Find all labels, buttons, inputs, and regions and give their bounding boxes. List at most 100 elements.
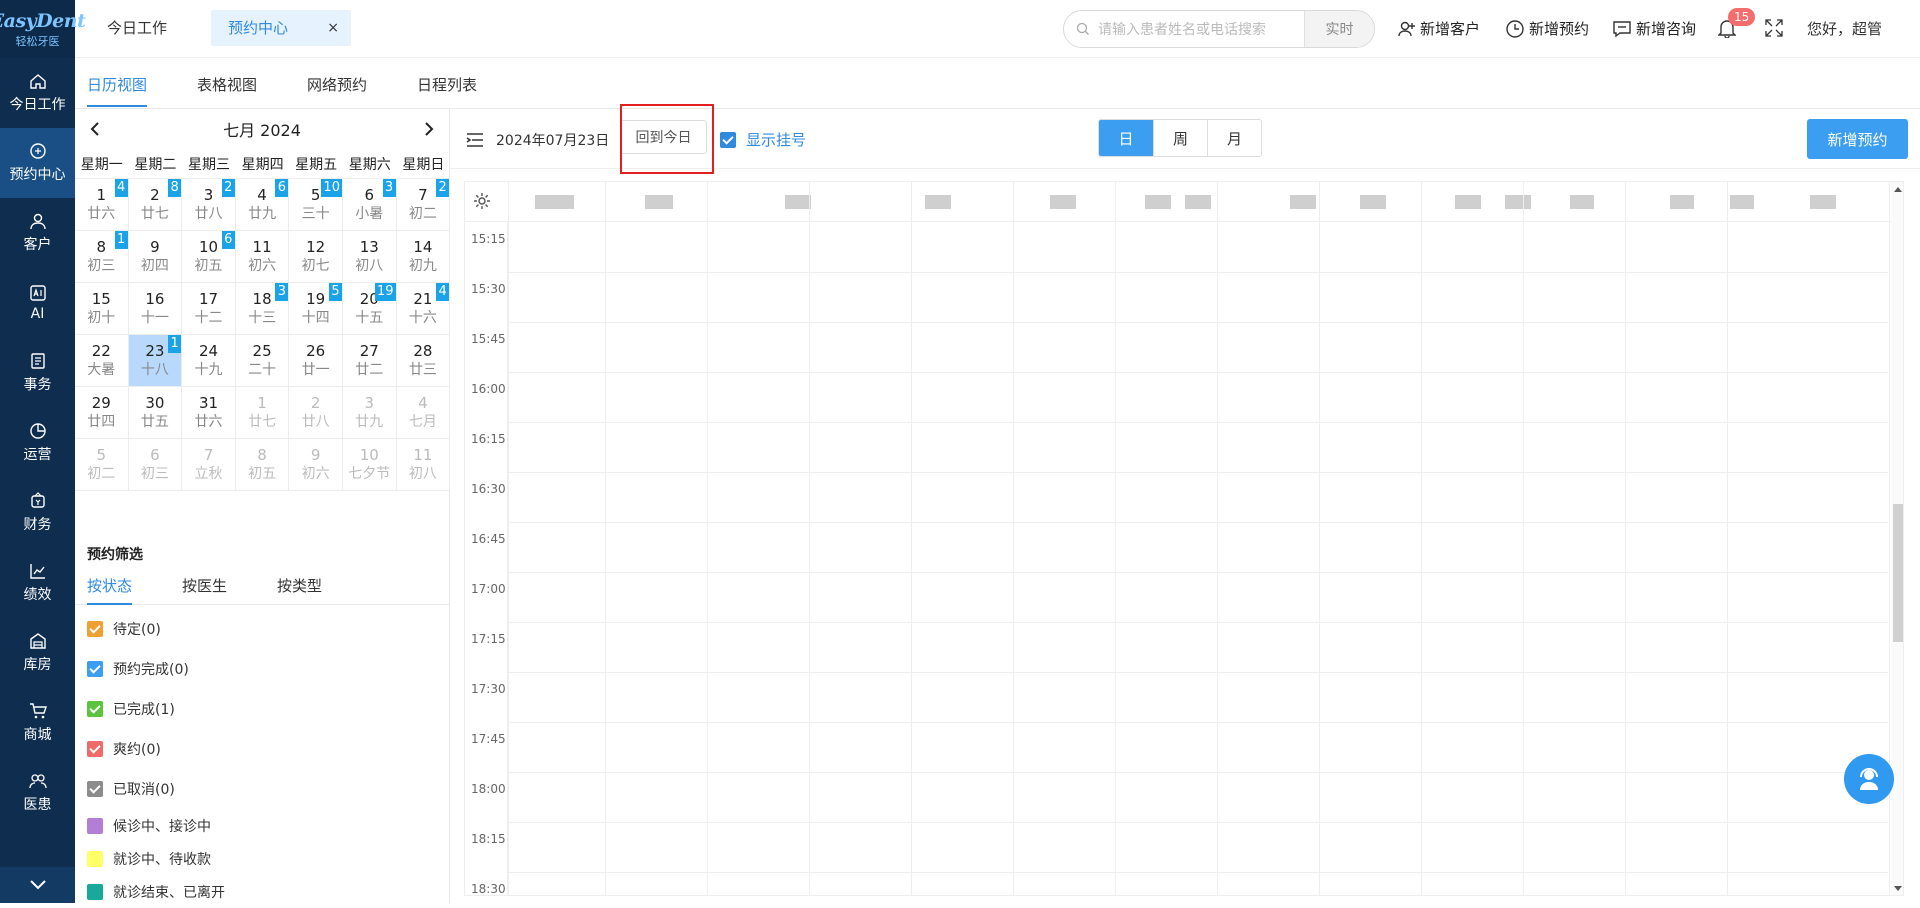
calendar-day[interactable]: 12 初七 <box>289 231 343 283</box>
calendar-day[interactable]: 20 十五 19 <box>342 283 397 335</box>
new-appointment-button[interactable]: 新增预约 <box>1807 119 1908 159</box>
calendar-day[interactable]: 22 大暑 <box>75 335 129 387</box>
appointment-count-badge: 19 <box>375 283 396 301</box>
view-month-button[interactable]: 月 <box>1207 120 1261 156</box>
calendar-day[interactable]: 27 廿二 <box>342 335 397 387</box>
tab-table-view[interactable]: 表格视图 <box>197 74 257 95</box>
status-filter-checkbox[interactable]: 待定(0) <box>75 609 450 649</box>
next-month-icon[interactable] <box>423 121 435 137</box>
calendar-day[interactable]: 6 初三 <box>128 439 183 491</box>
filter-tab-doctor[interactable]: 按医生 <box>182 575 227 596</box>
calendar-day[interactable]: 13 初八 <box>342 231 397 283</box>
status-filter-checkbox[interactable]: 已取消(0) <box>75 769 450 809</box>
calendar-day[interactable]: 5 初二 <box>75 439 129 491</box>
tab-calendar-view[interactable]: 日历视图 <box>87 74 147 95</box>
sidebar-item-3[interactable]: AI <box>0 268 75 338</box>
calendar-day[interactable]: 25 二十 <box>235 335 290 387</box>
lunar-date: 廿八 <box>194 205 223 222</box>
status-filter-checkbox[interactable]: 预约完成(0) <box>75 649 450 689</box>
add-consult-button[interactable]: 新增咨询 <box>1612 18 1696 39</box>
calendar-day[interactable]: 7 立秋 <box>182 439 236 491</box>
calendar-day[interactable]: 21 十六 4 <box>396 283 451 335</box>
calendar-day[interactable]: 2 廿七 8 <box>128 179 183 231</box>
tab-schedule-list[interactable]: 日程列表 <box>417 74 477 95</box>
calendar-day[interactable]: 9 初六 <box>289 439 343 491</box>
sidebar-item-2[interactable]: 客户 <box>0 198 75 268</box>
fullscreen-button[interactable] <box>1765 19 1783 41</box>
weekday-header: 星期一 <box>75 149 129 179</box>
calendar-day[interactable]: 9 初四 <box>128 231 183 283</box>
calendar-day[interactable]: 18 十三 3 <box>235 283 290 335</box>
sidebar-item-10[interactable]: 医患 <box>0 758 75 828</box>
sidebar-item-7[interactable]: 绩效 <box>0 548 75 618</box>
calendar-day[interactable]: 7 初二 2 <box>396 179 451 231</box>
sidebar-expand-button[interactable] <box>0 867 75 903</box>
view-day-button[interactable]: 日 <box>1099 120 1153 156</box>
calendar-day[interactable]: 6 小暑 3 <box>342 179 397 231</box>
lunar-date: 初四 <box>140 257 169 274</box>
sidebar-item-6[interactable]: 财务 <box>0 478 75 548</box>
scroll-up-icon[interactable] <box>1894 186 1902 192</box>
calendar-day[interactable]: 15 初十 <box>75 283 129 335</box>
filter-tab-type[interactable]: 按类型 <box>277 575 322 596</box>
collapse-menu-icon[interactable] <box>466 133 484 147</box>
calendar-day[interactable]: 10 七夕节 <box>342 439 397 491</box>
view-week-button[interactable]: 周 <box>1153 120 1207 156</box>
scrollbar-thumb[interactable] <box>1893 504 1903 642</box>
sidebar-item-9[interactable]: 商城 <box>0 688 75 758</box>
add-customer-button[interactable]: 新增客户 <box>1398 18 1480 39</box>
calendar-day[interactable]: 16 十一 <box>128 283 183 335</box>
close-icon[interactable]: × <box>327 10 339 46</box>
calendar-day[interactable]: 8 初三 1 <box>75 231 129 283</box>
back-to-today-button[interactable]: 回到今日 <box>620 120 707 154</box>
calendar-day[interactable]: 1 廿七 <box>235 387 290 439</box>
calendar-day[interactable]: 17 十二 <box>182 283 236 335</box>
sidebar-item-5[interactable]: 运营 <box>0 408 75 478</box>
calendar-day[interactable]: 2 廿八 <box>289 387 343 439</box>
tab-today-work[interactable]: 今日工作 <box>107 10 167 46</box>
calendar-day[interactable]: 24 十九 <box>182 335 236 387</box>
sidebar-item-1[interactable]: 预约中心 <box>0 128 75 198</box>
show-registration-checkbox[interactable]: 显示挂号 <box>720 129 806 150</box>
calendar-day[interactable]: 11 初六 <box>235 231 290 283</box>
search-input[interactable]: 请输入患者姓名或电话搜索 <box>1064 11 1304 47</box>
calendar-day[interactable]: 29 廿四 <box>75 387 129 439</box>
calendar-day[interactable]: 8 初五 <box>235 439 290 491</box>
calendar-day[interactable]: 28 廿三 <box>396 335 451 387</box>
calendar-day[interactable]: 10 初五 6 <box>182 231 236 283</box>
calendar-day[interactable]: 23 十八 1 <box>128 335 183 387</box>
calendar-day[interactable]: 4 廿九 6 <box>235 179 290 231</box>
calendar-day[interactable]: 4 七月 <box>396 387 451 439</box>
time-label: 16:45 <box>471 532 506 546</box>
sidebar-item-4[interactable]: 事务 <box>0 338 75 408</box>
scroll-down-icon[interactable] <box>1894 886 1902 892</box>
calendar-day[interactable]: 3 廿八 2 <box>182 179 236 231</box>
realtime-search-button[interactable]: 实时 <box>1304 11 1374 47</box>
customer-service-button[interactable] <box>1844 754 1894 804</box>
tab-online-appointment[interactable]: 网络预约 <box>307 74 367 95</box>
sidebar-item-0[interactable]: 今日工作 <box>0 58 75 128</box>
logo[interactable]: EasyDent 轻松牙医 <box>0 0 86 58</box>
user-greeting[interactable]: 您好，超管 <box>1807 18 1882 39</box>
tab-appointment-center[interactable]: 预约中心 × <box>211 10 351 46</box>
calendar-month-title: 七月 2024 <box>223 121 301 140</box>
add-appointment-button[interactable]: 新增预约 <box>1505 18 1589 39</box>
time-axis: 15:15 15:30 15:45 16:00 16:15 16:30 16:45 17:00… <box>465 222 508 895</box>
calendar-day[interactable]: 30 廿五 <box>128 387 183 439</box>
calendar-day[interactable]: 14 初九 <box>396 231 451 283</box>
gear-icon[interactable] <box>473 192 491 210</box>
calendar-day[interactable]: 19 十四 5 <box>289 283 343 335</box>
day-number: 27 <box>359 341 379 360</box>
calendar-day[interactable]: 5 三十 10 <box>289 179 343 231</box>
calendar-day[interactable]: 31 廿六 <box>182 387 236 439</box>
calendar-day[interactable]: 11 初八 <box>396 439 451 491</box>
calendar-day[interactable]: 3 廿九 <box>342 387 397 439</box>
calendar-day[interactable]: 1 廿六 4 <box>75 179 129 231</box>
status-filter-checkbox[interactable]: 爽约(0) <box>75 729 450 769</box>
prev-month-icon[interactable] <box>89 121 101 137</box>
calendar-day[interactable]: 26 廿一 <box>289 335 343 387</box>
status-filter-checkbox[interactable]: 已完成(1) <box>75 689 450 729</box>
sidebar-item-8[interactable]: 库房 <box>0 618 75 688</box>
filter-tab-status[interactable]: 按状态 <box>87 575 132 596</box>
vertical-scrollbar[interactable] <box>1891 182 1903 895</box>
